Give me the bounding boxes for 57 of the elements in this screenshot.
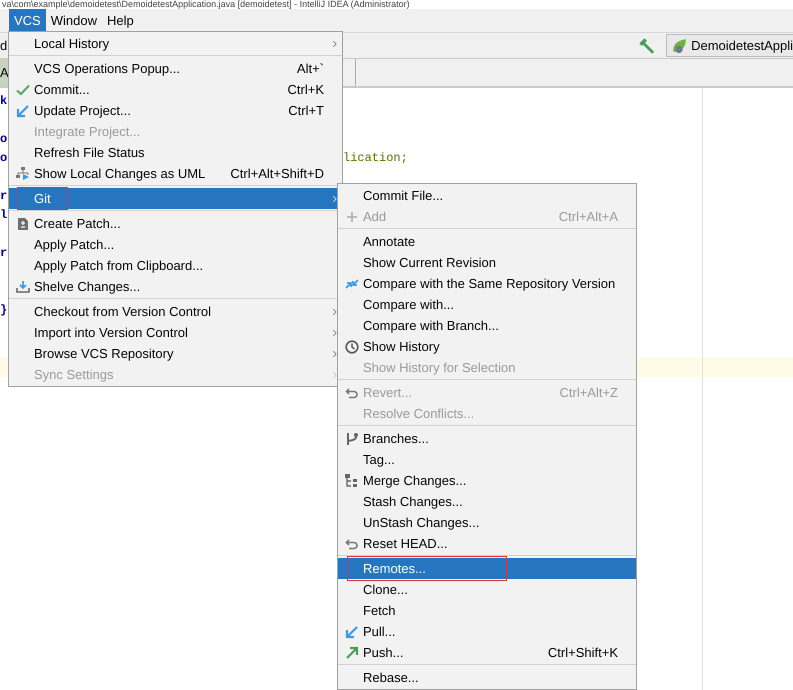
document-icon [16, 216, 30, 230]
hammer-icon [638, 36, 656, 54]
code-text: r [0, 245, 8, 262]
editor-tab[interactable]: A [0, 59, 8, 86]
menu-item[interactable]: Commit... Ctrl+K [9, 79, 342, 100]
menu-item[interactable]: Merge Changes... [338, 470, 636, 491]
arrow-icon [345, 646, 359, 660]
arrow-icon [345, 624, 359, 638]
menu-item[interactable]: VCS Operations Popup... Alt+` [9, 58, 342, 79]
compare-icon [345, 276, 359, 290]
shortcut-text: Ctrl+K [288, 82, 325, 97]
clock-icon [345, 340, 359, 354]
shortcut-text: Alt+` [296, 61, 325, 76]
menu-item[interactable]: Fetch [338, 600, 636, 621]
code-text: k [0, 93, 8, 110]
menu-item[interactable]: Remotes... [338, 558, 636, 579]
menu-item[interactable]: Annotate [338, 231, 636, 252]
code-text: } [0, 302, 8, 319]
menu-item[interactable]: Show Local Changes as UML Ctrl+Alt+Shift+D [9, 163, 342, 184]
menu-item[interactable]: Refresh File Status [9, 142, 342, 163]
shortcut-text: Ctrl+Alt+A [558, 209, 619, 224]
undo-icon [345, 386, 359, 400]
run-configuration-dropdown[interactable]: DemoidetestAppli [666, 34, 793, 57]
menu-bar-item[interactable]: Window [46, 9, 102, 32]
branch-icon [345, 432, 359, 446]
menu-item[interactable]: Pull... [338, 621, 636, 642]
menu-item[interactable]: Push... Ctrl+Shift+K [338, 642, 636, 663]
arrow-icon [16, 104, 30, 118]
undo-icon [345, 536, 359, 550]
shortcut-text: Ctrl+Alt+Shift+D [230, 166, 325, 181]
check-icon [16, 82, 30, 96]
menu-item[interactable]: Clone... [338, 579, 636, 600]
code-text: lication; [343, 150, 408, 167]
merge-icon [345, 474, 359, 488]
menu-bar-item[interactable]: VCS [9, 9, 46, 32]
leaf-icon [671, 38, 688, 54]
shortcut-text: Ctrl+Shift+K [548, 645, 619, 660]
menu-item[interactable]: Rebase... [338, 667, 636, 688]
menu-item[interactable]: UnStash Changes... [338, 512, 636, 533]
menu-item[interactable]: Reset HEAD... [338, 533, 636, 554]
code-text: l [0, 207, 8, 224]
menu-bar-item[interactable]: Help [102, 9, 139, 32]
plus-icon [345, 210, 359, 224]
toolbar-text: d [0, 38, 8, 53]
menu-item[interactable]: Branches... [338, 428, 636, 449]
menu-item[interactable]: Tag... [338, 449, 636, 470]
diagram-icon [16, 166, 30, 180]
shortcut-text: Ctrl+Alt+Z [559, 385, 619, 400]
code-text: r [0, 188, 8, 205]
menu-item[interactable]: Local History [9, 33, 342, 54]
code-text: o [0, 131, 8, 148]
menu-item[interactable]: Update Project... Ctrl+T [9, 100, 342, 121]
menu-item[interactable]: Show Current Revision [338, 252, 636, 273]
menu-item[interactable]: Stash Changes... [338, 491, 636, 512]
code-text: o [0, 150, 8, 167]
shelve-icon [16, 280, 30, 294]
shortcut-text: Ctrl+T [288, 103, 325, 118]
